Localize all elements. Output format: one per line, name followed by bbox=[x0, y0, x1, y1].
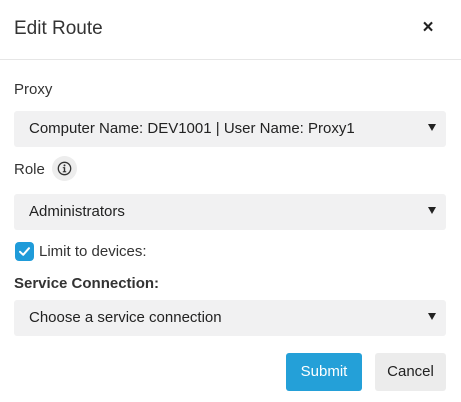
info-icon[interactable] bbox=[52, 156, 77, 181]
limit-to-devices-checkbox[interactable] bbox=[15, 242, 34, 261]
dialog-title: Edit Route bbox=[14, 18, 103, 39]
dialog-header: Edit Route × bbox=[0, 0, 461, 60]
chevron-down-icon bbox=[428, 313, 436, 320]
role-select-value: Administrators bbox=[29, 203, 125, 220]
role-label: Role bbox=[14, 161, 45, 178]
proxy-label: Proxy bbox=[14, 81, 53, 98]
service-connection-placeholder: Choose a service connection bbox=[29, 309, 222, 326]
proxy-select[interactable]: Computer Name: DEV1001 | User Name: Prox… bbox=[14, 111, 446, 147]
chevron-down-icon bbox=[428, 207, 436, 214]
cancel-button[interactable]: Cancel bbox=[375, 353, 446, 391]
edit-route-dialog: Edit Route × Proxy Computer Name: DEV100… bbox=[0, 0, 461, 402]
chevron-down-icon bbox=[428, 124, 436, 131]
service-connection-label: Service Connection: bbox=[14, 275, 160, 292]
submit-button[interactable]: Submit bbox=[286, 353, 362, 391]
close-icon[interactable]: × bbox=[416, 16, 440, 40]
limit-to-devices-label[interactable]: Limit to devices: bbox=[39, 243, 147, 261]
role-select[interactable]: Administrators bbox=[14, 194, 446, 230]
service-connection-select[interactable]: Choose a service connection bbox=[14, 300, 446, 336]
checkmark-icon bbox=[19, 247, 30, 256]
proxy-select-value: Computer Name: DEV1001 | User Name: Prox… bbox=[29, 120, 355, 137]
info-icon-glyph bbox=[57, 161, 72, 176]
